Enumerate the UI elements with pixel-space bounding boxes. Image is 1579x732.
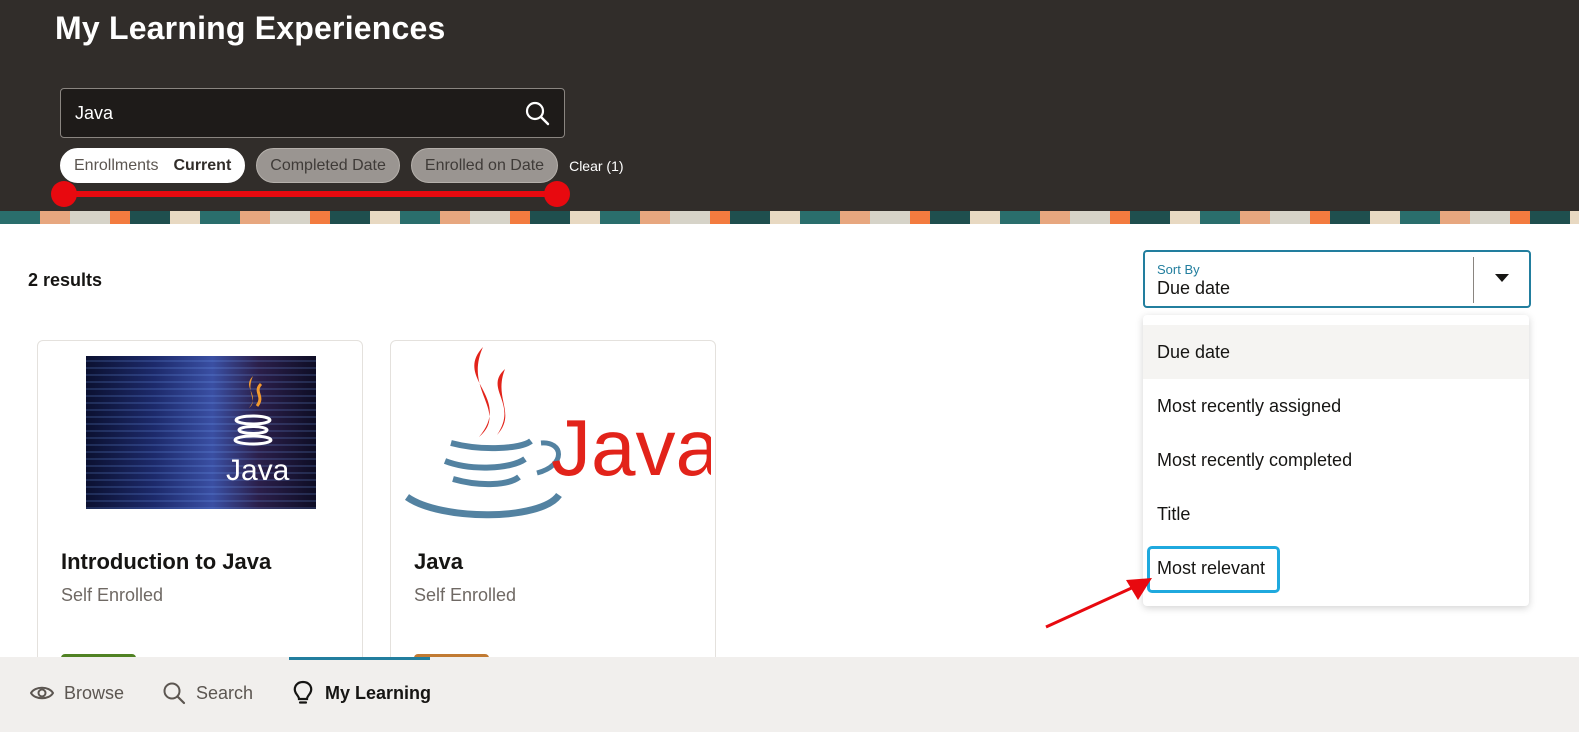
filter-chips: Enrollments Current Completed Date Enrol… bbox=[60, 148, 624, 183]
lightbulb-icon bbox=[293, 680, 313, 704]
decorative-banner bbox=[0, 211, 1579, 224]
page-title: My Learning Experiences bbox=[55, 10, 446, 46]
results-count: 2 results bbox=[28, 270, 103, 290]
nav-item-browse[interactable]: Browse bbox=[30, 676, 124, 710]
filter-chip-label: Completed Date bbox=[270, 156, 386, 174]
card-title[interactable]: Introduction to Java bbox=[61, 549, 271, 575]
sort-by-label: Sort By bbox=[1157, 262, 1200, 277]
filter-chip-label: Enrolled on Date bbox=[424, 156, 545, 174]
filter-chip-enrollments[interactable]: Enrollments Current bbox=[60, 148, 246, 183]
chevron-down-icon[interactable] bbox=[1495, 274, 1509, 282]
card-subtitle: Self Enrolled bbox=[61, 585, 164, 605]
filter-chip-enrolled-on-date[interactable]: Enrolled on Date bbox=[410, 148, 559, 183]
learning-card[interactable]: Java Introduction to Java Self Enrolled bbox=[37, 340, 363, 670]
header: My Learning Experiences Enrollments Curr… bbox=[0, 0, 1579, 211]
card-thumbnail: Java bbox=[86, 356, 316, 509]
annotation-highlight-box bbox=[1147, 546, 1280, 593]
nav-item-search[interactable]: Search bbox=[162, 676, 253, 710]
search-input[interactable] bbox=[75, 89, 515, 137]
annotation-dot-end bbox=[544, 181, 570, 207]
nav-item-label: My Learning bbox=[325, 682, 432, 703]
eye-icon bbox=[30, 686, 54, 700]
sort-option-most-recently-assigned[interactable]: Most recently assigned bbox=[1143, 379, 1529, 433]
sort-by-value: Due date bbox=[1157, 278, 1231, 298]
card-subtitle: Self Enrolled bbox=[414, 585, 517, 605]
sort-option-title[interactable]: Title bbox=[1143, 487, 1529, 541]
nav-item-my-learning[interactable]: My Learning bbox=[291, 676, 431, 710]
nav-item-label: Browse bbox=[64, 682, 125, 703]
thumbnail-text: Java bbox=[226, 454, 290, 487]
svg-text:Java: Java bbox=[551, 403, 711, 492]
sort-by-select[interactable]: Sort By Due date bbox=[1143, 250, 1531, 308]
annotation-arrow-icon bbox=[1045, 578, 1152, 629]
learning-card[interactable]: Java Java Self Enrolled bbox=[390, 340, 716, 670]
search-icon[interactable] bbox=[524, 100, 550, 126]
annotation-line bbox=[63, 191, 557, 197]
filter-chip-label: Enrollments bbox=[74, 156, 159, 174]
card-title[interactable]: Java bbox=[414, 549, 463, 575]
search-box bbox=[60, 88, 565, 138]
nav-item-label: Search bbox=[196, 682, 254, 703]
java-logo-icon: Java bbox=[404, 347, 711, 519]
java-logo-icon bbox=[233, 376, 273, 446]
active-tab-indicator bbox=[289, 657, 430, 660]
annotation-dot-start bbox=[51, 181, 77, 207]
filter-chip-value: Current bbox=[173, 156, 232, 174]
sort-option-due-date[interactable]: Due date bbox=[1143, 325, 1529, 379]
sort-option-most-recently-completed[interactable]: Most recently completed bbox=[1143, 433, 1529, 487]
page: My Learning Experiences Enrollments Curr… bbox=[0, 0, 1579, 732]
clear-filters-link[interactable]: Clear (1) bbox=[569, 158, 623, 174]
search-icon bbox=[163, 682, 186, 705]
sort-divider bbox=[1473, 257, 1474, 303]
filter-chip-completed-date[interactable]: Completed Date bbox=[256, 148, 400, 183]
